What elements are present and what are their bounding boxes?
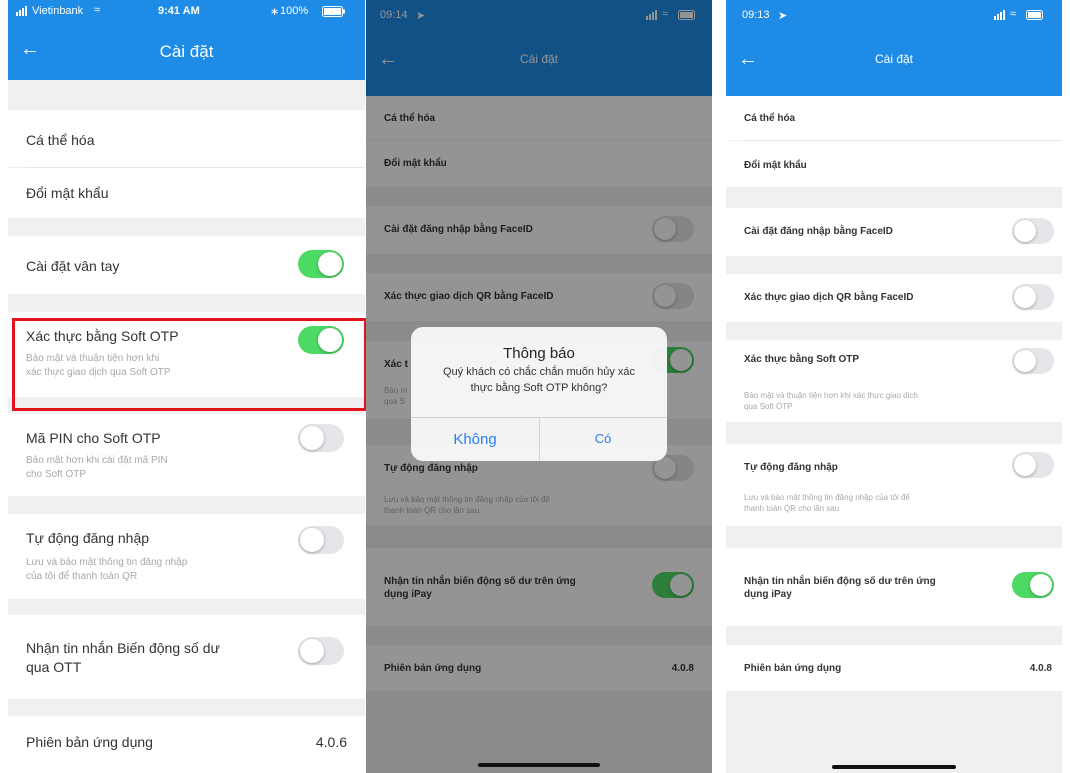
home-indicator xyxy=(832,765,956,769)
item-description: thanh toán QR cho lần sau xyxy=(744,504,840,513)
dialog-message: thực bằng Soft OTP không? xyxy=(470,382,608,394)
auto-login-toggle[interactable] xyxy=(298,526,344,554)
version-value: 4.0.8 xyxy=(1029,663,1052,674)
item-label: Xác thực bằng Soft OTP xyxy=(744,354,860,365)
item-label: Cài đặt đăng nhập bằng FaceID xyxy=(744,226,893,237)
item-description: của tôi để thanh toán QR xyxy=(26,571,138,582)
settings-item-version: Phiên bản ứng dụng 4.0.8 xyxy=(726,645,1062,691)
item-label: dụng iPay xyxy=(744,589,792,600)
item-label: Đổi mật khẩu xyxy=(744,160,807,171)
settings-item-version: Phiên bản ứng dụng 4.0.6 xyxy=(8,716,365,773)
status-time: 09:13 xyxy=(742,9,770,21)
settings-item-personalize[interactable]: Cá thể hóa xyxy=(8,110,365,167)
fingerprint-toggle[interactable] xyxy=(298,250,344,278)
item-label: Cá thể hóa xyxy=(744,113,796,124)
settings-item-fingerprint: Cài đặt vân tay xyxy=(8,236,365,294)
item-label: qua OTT xyxy=(26,659,82,675)
settings-item-soft-otp: Xác thực bằng Soft OTP Bảo mật và thuận … xyxy=(726,340,1062,422)
nav-bar: ← Cài đặt xyxy=(8,22,365,80)
dialog-cancel-button[interactable]: Không xyxy=(411,431,539,448)
item-description: Lưu và bảo mật thông tin đăng nhập xyxy=(26,557,188,568)
page-title: Cài đặt xyxy=(874,52,914,66)
wifi-icon: ≈ xyxy=(94,4,101,16)
item-label: Cá thể hóa xyxy=(26,132,95,148)
item-label: Tự động đăng nhập xyxy=(26,530,150,546)
signal-icon xyxy=(16,6,30,19)
battery-percent: 100% xyxy=(280,5,309,17)
item-label: Xác thực giao dịch QR bằng FaceID xyxy=(744,292,914,303)
version-value: 4.0.6 xyxy=(315,734,347,750)
version-label: Phiên bản ứng dụng xyxy=(26,734,153,750)
dialog-title: Thông báo xyxy=(503,345,575,362)
settings-item-faceid-login: Cài đặt đăng nhập bằng FaceID xyxy=(726,208,1062,256)
dialog-message: Quý khách có chắc chắn muốn hủy xác xyxy=(443,366,635,378)
settings-item-change-password[interactable]: Đổi mật khẩu xyxy=(726,141,1062,187)
wifi-icon: ≈ xyxy=(1010,8,1017,20)
phone-screen-3: 09:13 ➤ ≈ ← Cài đặt Cá thể hóa Đổi mật k… xyxy=(726,0,1062,773)
page-title: Cài đặt xyxy=(159,42,214,61)
item-label: Mã PIN cho Soft OTP xyxy=(26,430,161,446)
faceid-qr-toggle[interactable] xyxy=(1012,284,1054,310)
settings-item-auto-login: Tự động đăng nhập Lưu và bảo mật thông t… xyxy=(726,444,1062,526)
status-time: 9:41 AM xyxy=(158,5,200,17)
settings-item-pin: Mã PIN cho Soft OTP Bảo mật hơn khi cài … xyxy=(8,414,365,496)
settings-item-change-password[interactable]: Đổi mật khẩu xyxy=(8,168,365,218)
auto-login-toggle[interactable] xyxy=(1012,452,1054,478)
settings-item-personalize[interactable]: Cá thể hóa xyxy=(726,96,1062,140)
version-label: Phiên bản ứng dụng xyxy=(744,663,842,674)
settings-item-balance-ott: Nhận tin nhắn Biến động số dư qua OTT xyxy=(8,615,365,699)
battery-icon xyxy=(322,6,346,20)
item-description: cho Soft OTP xyxy=(26,469,87,480)
location-arrow-icon: ➤ xyxy=(778,10,788,22)
item-description: Lưu và bảo mật thông tin đăng nhập của t… xyxy=(744,493,910,502)
bluetooth-icon: ∗ xyxy=(270,6,280,18)
soft-otp-toggle[interactable] xyxy=(1012,348,1054,374)
nav-bar: ← Cài đặt xyxy=(726,22,1062,96)
item-description: Bảo mật hơn khi cài đặt mã PIN xyxy=(26,455,168,466)
balance-ott-toggle[interactable] xyxy=(298,637,344,665)
pin-toggle[interactable] xyxy=(298,424,344,452)
settings-item-faceid-qr: Xác thực giao dịch QR bằng FaceID xyxy=(726,274,1062,322)
confirm-dialog: Thông báo Quý khách có chắc chắn muốn hủ… xyxy=(411,327,667,461)
item-label: Nhận tin nhắn biến động số dư trên ứng xyxy=(744,576,936,587)
item-description: Bảo mật và thuận tiện hơn khi xác thực g… xyxy=(744,391,918,400)
status-bar: Vietinbank ≈ 9:41 AM ∗ 100% xyxy=(8,0,365,22)
balance-ipay-toggle[interactable] xyxy=(1012,572,1054,598)
faceid-login-toggle[interactable] xyxy=(1012,218,1054,244)
settings-item-balance-ipay: Nhận tin nhắn biến động số dư trên ứng d… xyxy=(726,548,1062,626)
item-description: qua Soft OTP xyxy=(744,402,793,411)
carrier-label: Vietinbank xyxy=(32,5,84,17)
item-label: Đổi mật khẩu xyxy=(26,185,109,201)
highlight-box xyxy=(12,318,367,411)
item-label: Tự động đăng nhập xyxy=(744,462,838,473)
settings-item-auto-login: Tự động đăng nhập Lưu và bảo mật thông t… xyxy=(8,514,365,599)
status-bar: 09:13 ➤ ≈ xyxy=(726,0,1062,22)
home-indicator xyxy=(478,763,600,767)
item-label: Cài đặt vân tay xyxy=(26,258,120,274)
phone-screen-2: 09:14 ➤ ≈ ← Cài đặt Cá thể hóa Đổi mật k… xyxy=(366,0,712,773)
item-label: Nhận tin nhắn Biến động số dư xyxy=(26,640,220,656)
dialog-confirm-button[interactable]: Có xyxy=(539,431,667,446)
